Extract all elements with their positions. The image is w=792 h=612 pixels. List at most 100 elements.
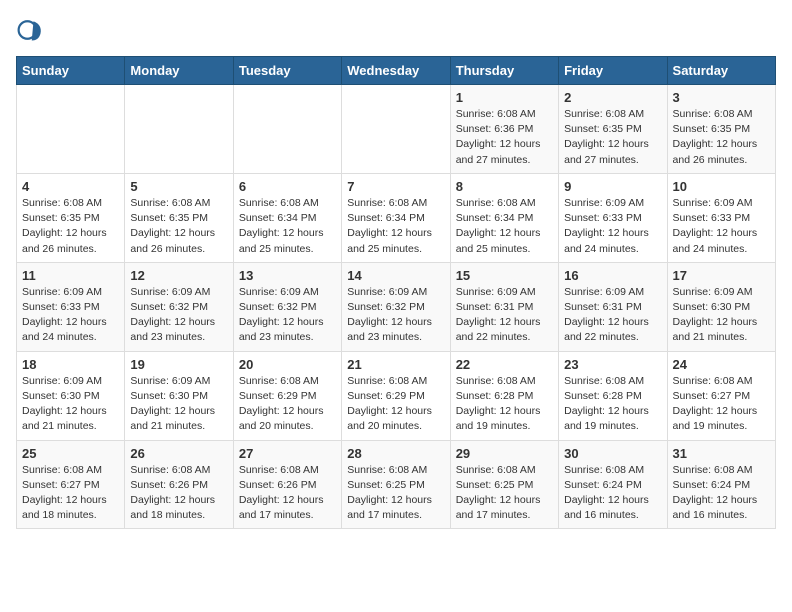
calendar-cell: 16 Sunrise: 6:09 AM Sunset: 6:31 PM Dayli… [559,262,667,351]
calendar-cell: 25 Sunrise: 6:08 AM Sunset: 6:27 PM Dayli… [17,440,125,529]
calendar-cell: 5 Sunrise: 6:08 AM Sunset: 6:35 PM Daylig… [125,173,233,262]
day-info: Sunrise: 6:08 AM Sunset: 6:27 PM Dayligh… [673,374,770,435]
calendar-cell: 12 Sunrise: 6:09 AM Sunset: 6:32 PM Dayli… [125,262,233,351]
col-header-monday: Monday [125,57,233,85]
calendar-cell: 29 Sunrise: 6:08 AM Sunset: 6:25 PM Dayli… [450,440,558,529]
day-info: Sunrise: 6:09 AM Sunset: 6:30 PM Dayligh… [130,374,227,435]
day-info: Sunrise: 6:08 AM Sunset: 6:34 PM Dayligh… [456,196,553,257]
day-info: Sunrise: 6:08 AM Sunset: 6:26 PM Dayligh… [239,463,336,524]
day-number: 5 [130,179,227,194]
day-number: 14 [347,268,444,283]
day-info: Sunrise: 6:09 AM Sunset: 6:30 PM Dayligh… [22,374,119,435]
day-number: 18 [22,357,119,372]
day-info: Sunrise: 6:09 AM Sunset: 6:30 PM Dayligh… [673,285,770,346]
calendar-cell: 2 Sunrise: 6:08 AM Sunset: 6:35 PM Daylig… [559,85,667,174]
day-number: 16 [564,268,661,283]
calendar-cell: 4 Sunrise: 6:08 AM Sunset: 6:35 PM Daylig… [17,173,125,262]
day-info: Sunrise: 6:08 AM Sunset: 6:34 PM Dayligh… [239,196,336,257]
day-info: Sunrise: 6:08 AM Sunset: 6:34 PM Dayligh… [347,196,444,257]
col-header-thursday: Thursday [450,57,558,85]
col-header-sunday: Sunday [17,57,125,85]
day-number: 22 [456,357,553,372]
day-info: Sunrise: 6:09 AM Sunset: 6:32 PM Dayligh… [347,285,444,346]
calendar-cell: 10 Sunrise: 6:09 AM Sunset: 6:33 PM Dayli… [667,173,775,262]
calendar-cell: 24 Sunrise: 6:08 AM Sunset: 6:27 PM Dayli… [667,351,775,440]
calendar-cell: 1 Sunrise: 6:08 AM Sunset: 6:36 PM Daylig… [450,85,558,174]
day-number: 27 [239,446,336,461]
day-info: Sunrise: 6:08 AM Sunset: 6:29 PM Dayligh… [347,374,444,435]
day-number: 11 [22,268,119,283]
day-number: 17 [673,268,770,283]
day-number: 24 [673,357,770,372]
day-number: 31 [673,446,770,461]
calendar-cell: 7 Sunrise: 6:08 AM Sunset: 6:34 PM Daylig… [342,173,450,262]
day-info: Sunrise: 6:08 AM Sunset: 6:28 PM Dayligh… [456,374,553,435]
day-number: 20 [239,357,336,372]
day-info: Sunrise: 6:09 AM Sunset: 6:33 PM Dayligh… [564,196,661,257]
day-info: Sunrise: 6:08 AM Sunset: 6:35 PM Dayligh… [564,107,661,168]
day-number: 10 [673,179,770,194]
calendar-cell: 18 Sunrise: 6:09 AM Sunset: 6:30 PM Dayli… [17,351,125,440]
calendar-cell: 17 Sunrise: 6:09 AM Sunset: 6:30 PM Dayli… [667,262,775,351]
day-number: 28 [347,446,444,461]
day-info: Sunrise: 6:08 AM Sunset: 6:27 PM Dayligh… [22,463,119,524]
page-header [16,16,776,44]
calendar-cell [125,85,233,174]
day-info: Sunrise: 6:08 AM Sunset: 6:36 PM Dayligh… [456,107,553,168]
day-info: Sunrise: 6:08 AM Sunset: 6:35 PM Dayligh… [130,196,227,257]
day-info: Sunrise: 6:08 AM Sunset: 6:24 PM Dayligh… [564,463,661,524]
calendar-cell [233,85,341,174]
calendar-cell: 27 Sunrise: 6:08 AM Sunset: 6:26 PM Dayli… [233,440,341,529]
calendar-cell: 20 Sunrise: 6:08 AM Sunset: 6:29 PM Dayli… [233,351,341,440]
calendar-cell: 13 Sunrise: 6:09 AM Sunset: 6:32 PM Dayli… [233,262,341,351]
calendar-table: SundayMondayTuesdayWednesdayThursdayFrid… [16,56,776,529]
calendar-cell: 8 Sunrise: 6:08 AM Sunset: 6:34 PM Daylig… [450,173,558,262]
day-number: 3 [673,90,770,105]
day-number: 30 [564,446,661,461]
calendar-cell: 19 Sunrise: 6:09 AM Sunset: 6:30 PM Dayli… [125,351,233,440]
calendar-cell: 3 Sunrise: 6:08 AM Sunset: 6:35 PM Daylig… [667,85,775,174]
col-header-friday: Friday [559,57,667,85]
day-number: 9 [564,179,661,194]
day-info: Sunrise: 6:08 AM Sunset: 6:35 PM Dayligh… [22,196,119,257]
day-number: 7 [347,179,444,194]
day-number: 13 [239,268,336,283]
day-number: 21 [347,357,444,372]
day-info: Sunrise: 6:08 AM Sunset: 6:25 PM Dayligh… [456,463,553,524]
col-header-wednesday: Wednesday [342,57,450,85]
calendar-cell: 23 Sunrise: 6:08 AM Sunset: 6:28 PM Dayli… [559,351,667,440]
day-info: Sunrise: 6:09 AM Sunset: 6:32 PM Dayligh… [130,285,227,346]
day-info: Sunrise: 6:08 AM Sunset: 6:29 PM Dayligh… [239,374,336,435]
day-number: 1 [456,90,553,105]
day-info: Sunrise: 6:08 AM Sunset: 6:24 PM Dayligh… [673,463,770,524]
calendar-cell: 28 Sunrise: 6:08 AM Sunset: 6:25 PM Dayli… [342,440,450,529]
calendar-cell: 26Sunrise: 6:08 AM Sunset: 6:26 PM Dayli… [125,440,233,529]
day-info: Sunrise: 6:08 AM Sunset: 6:35 PM Dayligh… [673,107,770,168]
day-info: Sunrise: 6:09 AM Sunset: 6:33 PM Dayligh… [22,285,119,346]
day-info: Sunrise: 6:09 AM Sunset: 6:31 PM Dayligh… [456,285,553,346]
calendar-cell: 30 Sunrise: 6:08 AM Sunset: 6:24 PM Dayli… [559,440,667,529]
day-number: 8 [456,179,553,194]
day-number: 23 [564,357,661,372]
day-number: 29 [456,446,553,461]
day-number: 4 [22,179,119,194]
day-number: 15 [456,268,553,283]
day-number: 12 [130,268,227,283]
day-info: Sunrise: 6:09 AM Sunset: 6:31 PM Dayligh… [564,285,661,346]
day-info: Sunrise: 6:09 AM Sunset: 6:33 PM Dayligh… [673,196,770,257]
day-number: 6 [239,179,336,194]
day-info: Sunrise: 6:09 AM Sunset: 6:32 PM Dayligh… [239,285,336,346]
day-number: 25 [22,446,119,461]
calendar-cell: 22 Sunrise: 6:08 AM Sunset: 6:28 PM Dayli… [450,351,558,440]
logo [16,16,48,44]
day-info: Sunrise: 6:08 AM Sunset: 6:25 PM Dayligh… [347,463,444,524]
day-info: Sunrise: 6:08 AM Sunset: 6:28 PM Dayligh… [564,374,661,435]
day-number: 26 [130,446,227,461]
col-header-tuesday: Tuesday [233,57,341,85]
calendar-cell: 21 Sunrise: 6:08 AM Sunset: 6:29 PM Dayli… [342,351,450,440]
calendar-cell: 31 Sunrise: 6:08 AM Sunset: 6:24 PM Dayli… [667,440,775,529]
calendar-cell [17,85,125,174]
day-number: 2 [564,90,661,105]
col-header-saturday: Saturday [667,57,775,85]
day-number: 19 [130,357,227,372]
